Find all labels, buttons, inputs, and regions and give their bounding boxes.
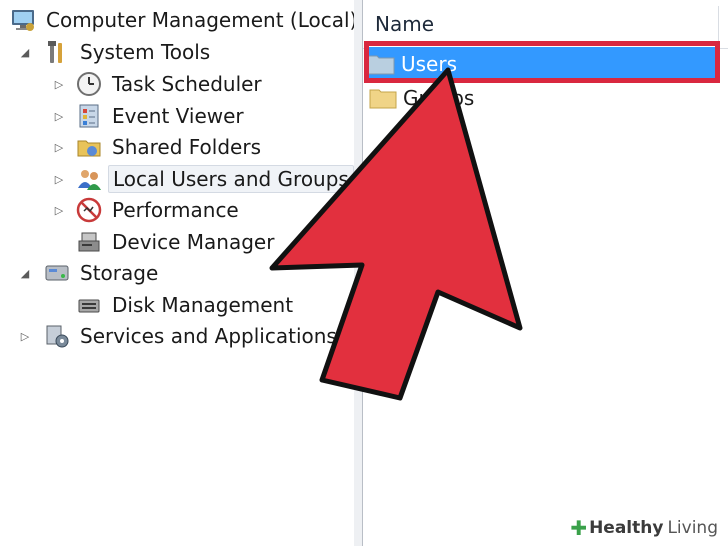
column-header: Name <box>363 0 728 49</box>
tree-label: Shared Folders <box>112 135 261 159</box>
services-icon <box>44 323 70 349</box>
list-item-label: Users <box>401 52 458 76</box>
clock-icon <box>76 71 102 97</box>
tree-item-disk-management[interactable]: Disk Management <box>76 290 297 320</box>
collapse-arrow-icon[interactable]: ▷ <box>52 140 66 154</box>
users-icon <box>76 166 102 192</box>
storage-icon <box>44 260 70 286</box>
folder-icon <box>367 53 395 75</box>
watermark-brand: Healthy <box>589 518 664 538</box>
collapse-arrow-icon[interactable]: ▷ <box>52 203 66 217</box>
collapse-arrow-icon[interactable]: ▷ <box>52 172 66 186</box>
tree-label: Storage <box>80 261 159 285</box>
tree-item-services-and-applications[interactable]: Services and Applications <box>44 321 341 351</box>
tree-label: Task Scheduler <box>112 72 262 96</box>
tree-label: Services and Applications <box>80 324 337 348</box>
navigation-tree-pane: Computer Management (Local) ◢ System Too… <box>0 0 357 546</box>
watermark-logo: ✚ Healthy Living <box>564 514 724 542</box>
watermark-brand-light: Living <box>667 518 718 538</box>
details-list-pane: Name Users Groups <box>363 0 728 546</box>
health-cross-icon: ✚ <box>570 516 588 540</box>
name-column-header[interactable]: Name <box>375 12 434 36</box>
tree-label: Performance <box>112 198 239 222</box>
computer-management-icon <box>10 7 36 33</box>
list-item-users[interactable]: Users <box>367 47 717 81</box>
disk-management-icon <box>76 292 102 318</box>
list-item-groups[interactable]: Groups <box>369 81 474 115</box>
pane-splitter[interactable] <box>354 0 363 546</box>
folder-icon <box>369 87 397 109</box>
collapse-arrow-icon[interactable]: ▷ <box>18 329 32 343</box>
tree-item-task-scheduler[interactable]: Task Scheduler <box>76 69 266 99</box>
collapse-arrow-icon[interactable]: ▷ <box>52 109 66 123</box>
tree-label: Event Viewer <box>112 104 244 128</box>
expand-arrow-icon[interactable]: ◢ <box>18 45 32 59</box>
device-manager-icon <box>76 229 102 255</box>
collapse-arrow-icon[interactable]: ▷ <box>52 77 66 91</box>
tree-label: System Tools <box>80 40 211 64</box>
tree-item-computer-management[interactable]: Computer Management (Local) <box>10 5 361 35</box>
tree-label: Computer Management (Local) <box>46 8 358 32</box>
tree-item-storage[interactable]: Storage <box>44 258 162 288</box>
tree-label: Local Users and Groups <box>108 165 354 193</box>
expand-arrow-icon[interactable]: ◢ <box>18 266 32 280</box>
tree-item-event-viewer[interactable]: Event Viewer <box>76 101 248 131</box>
tree-item-performance[interactable]: Performance <box>76 195 243 225</box>
event-log-icon <box>76 103 102 129</box>
shared-folder-icon <box>76 134 102 160</box>
system-tools-icon <box>44 39 70 65</box>
tree-item-shared-folders[interactable]: Shared Folders <box>76 132 265 162</box>
list-item-label: Groups <box>403 86 475 110</box>
tree-item-local-users-and-groups[interactable]: Local Users and Groups <box>76 164 354 194</box>
tree-label: Device Manager <box>112 230 275 254</box>
performance-icon <box>76 197 102 223</box>
column-divider[interactable] <box>718 6 719 42</box>
tree-item-system-tools[interactable]: System Tools <box>44 37 214 67</box>
tree-item-device-manager[interactable]: Device Manager <box>76 227 278 257</box>
tree-label: Disk Management <box>112 293 294 317</box>
